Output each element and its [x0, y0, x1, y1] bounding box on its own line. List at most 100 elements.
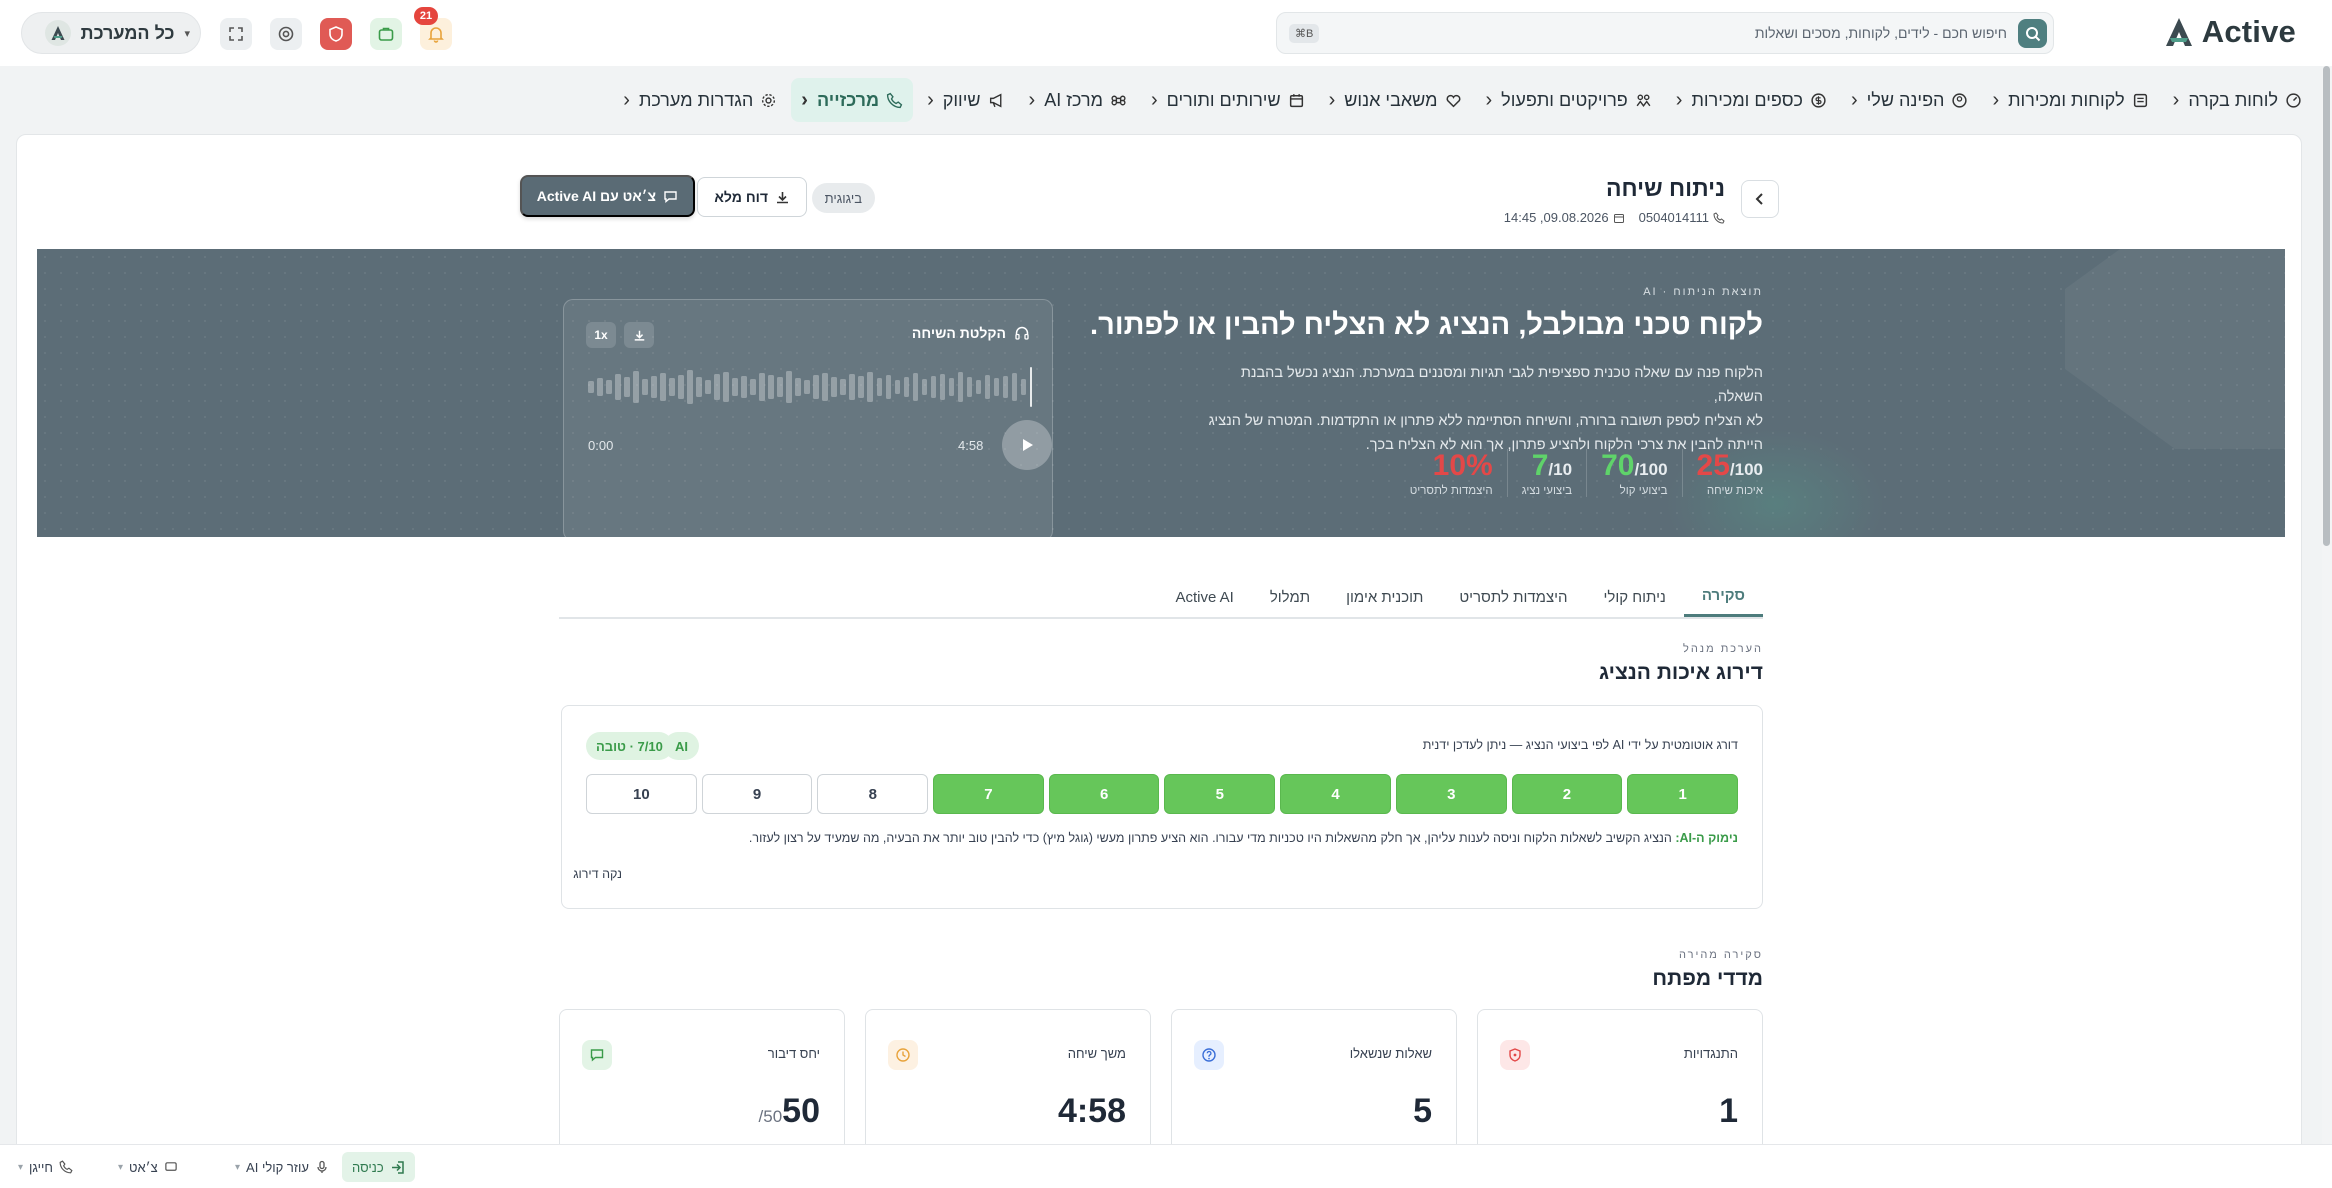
waveform-bar [930, 376, 937, 398]
nav-item-phone[interactable]: מרכזייה ‹ [791, 78, 914, 122]
nav-item-calendar[interactable]: שירותים ותורים ‹ [1141, 78, 1315, 122]
kpi-number: 70 [1601, 449, 1635, 482]
nav-item-user[interactable]: הפינה שלי ‹ [1841, 78, 1979, 122]
nav-item-clients[interactable]: לקוחות ומכירות ‹ [1982, 78, 2158, 122]
rating-option-4[interactable]: 4 [1280, 774, 1391, 814]
system-selector[interactable]: ▾ כל המערכת [21, 12, 201, 54]
waveform[interactable] [588, 365, 1032, 409]
dialer-button[interactable]: חייגן ▾ [8, 1152, 83, 1182]
global-search[interactable]: ⌘B [1276, 12, 2054, 54]
waveform-bar [678, 375, 684, 399]
download-icon [634, 330, 644, 341]
metric-suffix: /50 [758, 1107, 783, 1126]
play-button[interactable] [1002, 420, 1052, 470]
rating-option-9[interactable]: 9 [701, 774, 813, 814]
waveform-bar [957, 372, 964, 402]
kpi-denominator: /100 [1634, 460, 1668, 479]
nav-item-dollar[interactable]: כספים ומכירות ‹ [1666, 78, 1837, 122]
page-scrollbar[interactable] [2322, 66, 2332, 1144]
tab-3[interactable]: תוכנית אימון [1328, 577, 1441, 617]
headphones-icon [1015, 326, 1029, 340]
chat-widget-button[interactable]: צ׳אט ▾ [108, 1152, 188, 1182]
rating-option-3[interactable]: 3 [1395, 774, 1507, 814]
rating-option-1[interactable]: 1 [1627, 774, 1738, 814]
security-button[interactable] [320, 18, 352, 50]
nav-item-command[interactable]: מרכז AI ‹ [1019, 78, 1137, 122]
scroll-thumb[interactable] [2323, 66, 2330, 546]
waveform-bar [885, 375, 892, 399]
metric-value: 5 [1413, 1092, 1432, 1131]
waveform-bar [813, 375, 820, 399]
notifications-button[interactable]: 21 [414, 7, 452, 50]
app-logo[interactable]: Active [2164, 14, 2296, 50]
chevron-left-icon: ‹ [1150, 88, 1158, 111]
analysis-result-hero: תוצאת הניתוח · AI לקוח טכני מבולבל, הנצי… [37, 249, 2285, 537]
rating-scale: 1 2 3 4 5 6 7 8 9 10 [585, 774, 1738, 814]
metric-value: /5050 [759, 1092, 820, 1131]
waveform-bar [894, 380, 901, 394]
nav-item-people[interactable]: פרויקטים ותפעול ‹ [1476, 78, 1662, 122]
waveform-bar [777, 377, 783, 397]
chevron-down-icon: ▾ [118, 1161, 124, 1173]
waveform-bar [624, 377, 630, 397]
waveform-bar [714, 374, 720, 400]
kpi-value: 10% [1410, 449, 1493, 483]
phone-icon [1713, 211, 1725, 224]
user-icon [1952, 92, 1968, 108]
waveform-bar [750, 379, 756, 395]
chat-with-ai-button[interactable]: צ׳אט עם Active AI [519, 175, 695, 217]
chevron-left-icon: ‹ [2172, 88, 2180, 111]
hero-kicker: תוצאת הניתוח · AI [1643, 286, 1763, 298]
search-icon[interactable] [2018, 19, 2047, 48]
download-recording-button[interactable] [624, 322, 654, 348]
search-input[interactable] [1407, 13, 2007, 53]
kpi-value: 70/100 [1601, 449, 1667, 483]
nav-item-settings[interactable]: הגדרות מערכת ‹ [613, 78, 787, 122]
chevron-left-icon: ‹ [623, 88, 630, 111]
nav-item-label: לקוחות ומכירות [2008, 89, 2125, 110]
rating-option-5[interactable]: 5 [1164, 774, 1276, 814]
score-chip: 7/10 · טובה [586, 732, 673, 760]
kpi-denominator: /100 [1729, 460, 1763, 479]
kpi-value: 7/10 [1522, 449, 1572, 483]
tab-1[interactable]: ניתוח קולי [1586, 577, 1684, 617]
nav-item-dashboard[interactable]: לוחות בקרה ‹ [2163, 78, 2312, 122]
fullscreen-button[interactable] [220, 18, 252, 50]
heart-icon [1446, 94, 1460, 107]
rating-option-8[interactable]: 8 [817, 774, 929, 814]
waveform-bar [615, 374, 621, 400]
waveform-bar [966, 377, 973, 397]
nav-item-heart[interactable]: משאבי אנוש ‹ [1319, 78, 1472, 122]
tab-2[interactable]: היצמדות לתסריט [1441, 577, 1585, 617]
call-datetime: 09.08.2026, 14:45 [1504, 210, 1625, 225]
tasks-button[interactable] [370, 18, 402, 50]
waveform-bar [948, 378, 955, 396]
nav-item-label: משאבי אנוש [1344, 89, 1438, 110]
waveform-bar [831, 377, 838, 397]
kpi-number: 25 [1696, 449, 1730, 482]
support-button[interactable] [270, 18, 302, 50]
logo-mark-icon [2165, 18, 2192, 46]
back-button[interactable] [1741, 180, 1779, 218]
playback-speed-button[interactable]: 1x [586, 322, 616, 348]
lifebuoy-icon [278, 26, 294, 42]
full-report-button[interactable]: דוח מלא [697, 177, 807, 217]
clear-rating-link[interactable]: נקה דירוג [573, 867, 622, 881]
rating-option-6[interactable]: 6 [1048, 774, 1160, 814]
page-header: ניתוח שיחה 0504014111 09.08.2026, 14:45 … [37, 153, 2285, 249]
tab-5[interactable]: Active AI [1157, 577, 1251, 617]
rating-option-2[interactable]: 2 [1511, 774, 1623, 814]
voice-assistant-button[interactable]: עוזר קולי AI ▾ [225, 1152, 339, 1182]
quick-kicker: סקירה מהירה [1678, 949, 1763, 961]
nav-item-megaphone[interactable]: שיווק ‹ [917, 78, 1014, 122]
rating-option-10[interactable]: 10 [585, 774, 697, 814]
rating-option-7[interactable]: 7 [933, 774, 1044, 814]
kpi-number: 7 [1531, 449, 1549, 482]
player-current-time: 0:00 [588, 438, 614, 453]
tab-4[interactable]: תמלול [1252, 577, 1328, 617]
tab-0[interactable]: סקירה [1683, 577, 1763, 617]
kpi-3: 10% היצמדות לתסריט [1396, 449, 1507, 497]
metric-number: 5 [1413, 1092, 1432, 1130]
notification-count-badge: 21 [414, 7, 438, 25]
checkin-button[interactable]: כניסה [342, 1152, 415, 1182]
